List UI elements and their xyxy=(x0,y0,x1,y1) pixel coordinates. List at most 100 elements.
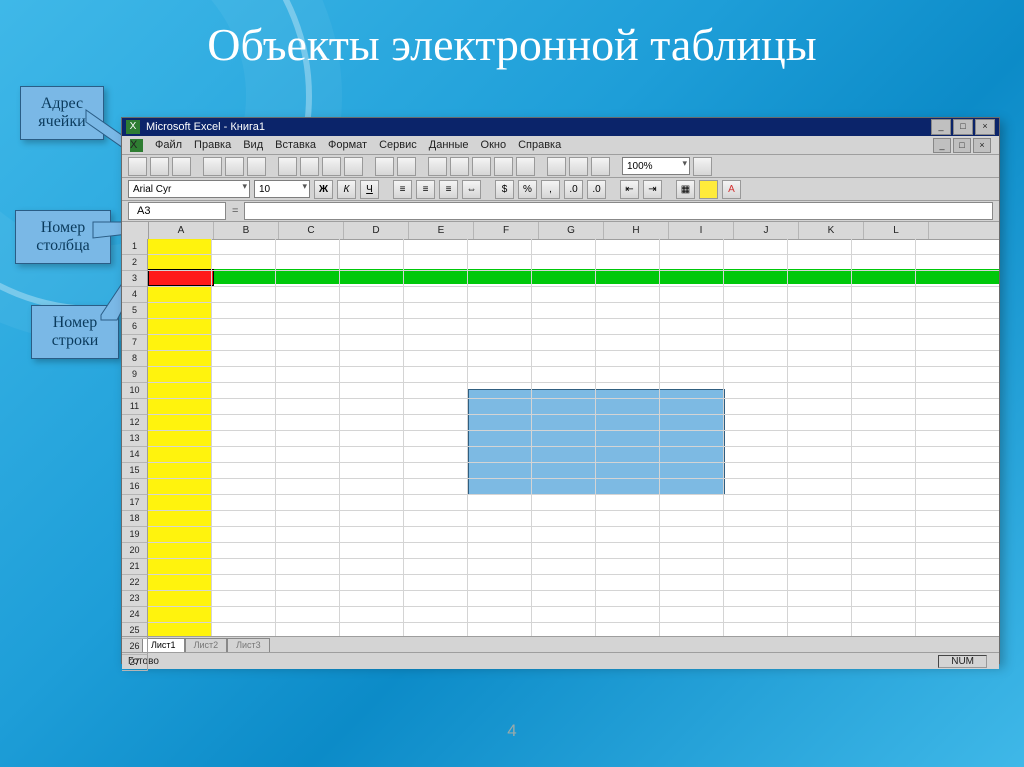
cell[interactable] xyxy=(532,447,596,462)
row-header[interactable]: 9 xyxy=(122,367,148,383)
dec-decimal-icon[interactable]: .0 xyxy=(587,180,606,199)
cell[interactable] xyxy=(596,335,660,350)
cell[interactable] xyxy=(276,383,340,398)
cell[interactable] xyxy=(660,239,724,254)
cell[interactable] xyxy=(340,431,404,446)
cell[interactable] xyxy=(340,287,404,302)
close-button[interactable]: × xyxy=(975,119,995,135)
cell[interactable] xyxy=(468,271,532,286)
cell[interactable] xyxy=(660,559,724,574)
cell[interactable] xyxy=(532,559,596,574)
cell[interactable] xyxy=(660,495,724,510)
cell[interactable] xyxy=(532,319,596,334)
cell[interactable] xyxy=(212,303,276,318)
menu-view[interactable]: Вид xyxy=(243,139,263,151)
cell[interactable] xyxy=(148,399,212,414)
cell[interactable] xyxy=(148,575,212,590)
cell[interactable] xyxy=(788,623,852,636)
cell[interactable] xyxy=(724,335,788,350)
doc-close-button[interactable]: × xyxy=(973,138,991,153)
row-header[interactable]: 4 xyxy=(122,287,148,303)
cell[interactable] xyxy=(404,415,468,430)
cell[interactable] xyxy=(340,463,404,478)
cell[interactable] xyxy=(660,303,724,318)
cell[interactable] xyxy=(276,335,340,350)
cell[interactable] xyxy=(596,447,660,462)
row-header[interactable]: 15 xyxy=(122,463,148,479)
row-header[interactable]: 2 xyxy=(122,255,148,271)
cell[interactable] xyxy=(404,527,468,542)
cell[interactable] xyxy=(212,511,276,526)
cell[interactable] xyxy=(212,591,276,606)
cell[interactable] xyxy=(212,527,276,542)
cell[interactable] xyxy=(276,255,340,270)
cell[interactable] xyxy=(468,303,532,318)
cell[interactable] xyxy=(340,447,404,462)
row-header[interactable]: 8 xyxy=(122,351,148,367)
cells-area[interactable] xyxy=(148,239,999,636)
cell[interactable] xyxy=(596,303,660,318)
cell[interactable] xyxy=(276,271,340,286)
redo-icon[interactable] xyxy=(397,157,416,176)
column-header[interactable]: C xyxy=(279,222,344,239)
cell[interactable] xyxy=(852,415,916,430)
cell[interactable] xyxy=(596,527,660,542)
cell[interactable] xyxy=(148,495,212,510)
cell[interactable] xyxy=(532,479,596,494)
cell[interactable] xyxy=(852,543,916,558)
cell[interactable] xyxy=(148,479,212,494)
fx-icon[interactable] xyxy=(472,157,491,176)
cell[interactable] xyxy=(276,415,340,430)
cell[interactable] xyxy=(852,255,916,270)
cell[interactable] xyxy=(596,479,660,494)
currency-icon[interactable]: $ xyxy=(495,180,514,199)
cell[interactable] xyxy=(788,479,852,494)
select-all-corner[interactable] xyxy=(122,222,149,240)
cell[interactable] xyxy=(852,575,916,590)
italic-icon[interactable]: К xyxy=(337,180,356,199)
cell[interactable] xyxy=(852,527,916,542)
cell[interactable] xyxy=(468,431,532,446)
cell[interactable] xyxy=(660,431,724,446)
format-painter-icon[interactable] xyxy=(344,157,363,176)
cell[interactable] xyxy=(596,415,660,430)
sum-icon[interactable] xyxy=(450,157,469,176)
chart-icon[interactable] xyxy=(547,157,566,176)
underline-icon[interactable]: Ч xyxy=(360,180,379,199)
cut-icon[interactable] xyxy=(278,157,297,176)
cell[interactable] xyxy=(852,463,916,478)
cell[interactable] xyxy=(532,255,596,270)
cell[interactable] xyxy=(532,271,596,286)
cell[interactable] xyxy=(276,463,340,478)
cell[interactable] xyxy=(340,495,404,510)
cell[interactable] xyxy=(852,319,916,334)
cell[interactable] xyxy=(724,287,788,302)
zoom-combo[interactable]: 100% xyxy=(622,157,690,175)
cell[interactable] xyxy=(404,239,468,254)
row-header[interactable]: 22 xyxy=(122,575,148,591)
cell[interactable] xyxy=(788,351,852,366)
row-header[interactable]: 16 xyxy=(122,479,148,495)
cell[interactable] xyxy=(532,399,596,414)
cell[interactable] xyxy=(660,607,724,622)
cell[interactable] xyxy=(852,271,916,286)
cell[interactable] xyxy=(212,431,276,446)
cell[interactable] xyxy=(852,591,916,606)
cell[interactable] xyxy=(404,479,468,494)
formula-bar[interactable] xyxy=(244,202,993,220)
cell[interactable] xyxy=(340,351,404,366)
sort-asc-icon[interactable] xyxy=(494,157,513,176)
cell[interactable] xyxy=(340,415,404,430)
row-header[interactable]: 27 xyxy=(122,655,148,671)
cell[interactable] xyxy=(404,543,468,558)
cell[interactable] xyxy=(724,543,788,558)
cell[interactable] xyxy=(596,271,660,286)
name-box[interactable]: A3 xyxy=(128,202,226,220)
cell[interactable] xyxy=(596,559,660,574)
cell[interactable] xyxy=(340,271,404,286)
cell[interactable] xyxy=(212,447,276,462)
cell[interactable] xyxy=(532,511,596,526)
cell[interactable] xyxy=(276,511,340,526)
row-header[interactable]: 25 xyxy=(122,623,148,639)
row-header[interactable]: 6 xyxy=(122,319,148,335)
